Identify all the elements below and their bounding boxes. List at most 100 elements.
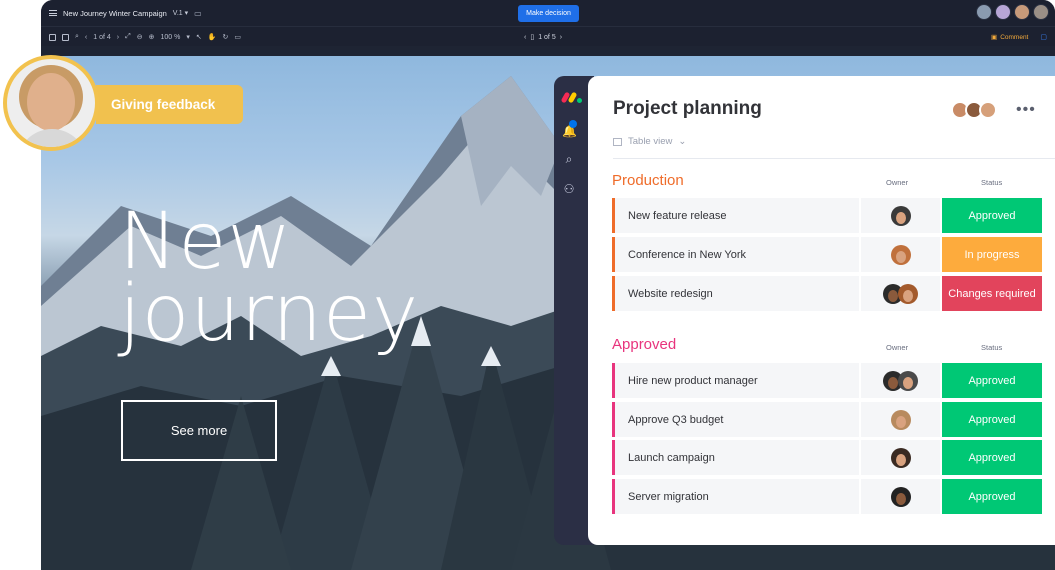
present-icon[interactable]: ▭ bbox=[194, 9, 202, 18]
item-name[interactable]: Conference in New York bbox=[612, 237, 859, 272]
table-row[interactable]: Approve Q3 budget Approved bbox=[612, 402, 1055, 437]
owner-cell[interactable] bbox=[861, 440, 940, 475]
hero-title: New journey bbox=[119, 197, 420, 359]
avatar bbox=[890, 486, 911, 507]
table-row[interactable]: Hire new product manager Approved bbox=[612, 363, 1055, 398]
next-slide-icon[interactable]: › bbox=[560, 34, 562, 41]
chat-icon[interactable]: ▢ bbox=[1040, 33, 1047, 41]
fullscreen-icon[interactable]: ▭ bbox=[234, 33, 241, 41]
prev-slide-icon[interactable]: ‹ bbox=[524, 34, 526, 41]
owner-cell[interactable] bbox=[861, 402, 940, 437]
hand-tool-icon[interactable]: ✋ bbox=[208, 33, 217, 41]
divider bbox=[613, 158, 1055, 159]
owner-cell[interactable] bbox=[861, 479, 940, 514]
page-indicator: 1 of 4 bbox=[93, 33, 111, 41]
zoom-in-icon[interactable]: ⊕ bbox=[149, 33, 155, 41]
prev-page-icon[interactable]: ‹ bbox=[85, 34, 87, 41]
table-row[interactable]: New feature release Approved bbox=[612, 198, 1055, 233]
avatar bbox=[890, 205, 911, 226]
avatar[interactable] bbox=[995, 4, 1011, 20]
comment-label: Comment bbox=[1000, 33, 1029, 41]
status-column-header: Status bbox=[981, 343, 1003, 352]
make-decision-button[interactable]: Make decision bbox=[518, 5, 579, 22]
search-icon[interactable]: ⌕ bbox=[75, 33, 79, 41]
more-options-icon[interactable]: ••• bbox=[1016, 101, 1036, 119]
group-title-approved[interactable]: Approved bbox=[612, 336, 676, 353]
view-selector[interactable]: Table view ⌄ bbox=[613, 136, 686, 147]
avatar bbox=[890, 447, 911, 468]
item-name[interactable]: Website redesign bbox=[612, 276, 859, 311]
status-cell[interactable]: Approved bbox=[942, 440, 1042, 475]
owner-cell[interactable] bbox=[861, 198, 940, 233]
status-cell[interactable]: Approved bbox=[942, 402, 1042, 437]
avatar bbox=[898, 370, 918, 391]
table-row[interactable]: Launch campaign Approved bbox=[612, 440, 1055, 475]
fit-icon[interactable]: ⤢ bbox=[125, 33, 131, 41]
item-name[interactable]: Approve Q3 budget bbox=[612, 402, 859, 437]
table-row[interactable]: Server migration Approved bbox=[612, 479, 1055, 514]
comment-button[interactable]: ▣ Comment bbox=[991, 33, 1029, 42]
notification-badge bbox=[569, 120, 577, 128]
grid-view-icon[interactable] bbox=[62, 33, 69, 41]
slide-navigator: ‹ ▯ 1 of 5 › bbox=[524, 27, 562, 47]
status-cell[interactable]: Approved bbox=[942, 198, 1042, 233]
owner-cell[interactable] bbox=[861, 276, 940, 311]
owner-column-header: Owner bbox=[886, 178, 909, 187]
avatar[interactable] bbox=[976, 4, 992, 20]
table-icon bbox=[613, 137, 622, 146]
slide-icon: ▯ bbox=[530, 34, 535, 41]
collaborator-avatars bbox=[976, 4, 1049, 20]
avatar[interactable] bbox=[1014, 4, 1030, 20]
avatar bbox=[890, 409, 911, 430]
status-cell[interactable]: Approved bbox=[942, 363, 1042, 398]
hero-title-line-2: journey bbox=[119, 269, 420, 359]
table-row[interactable]: Conference in New York In progress bbox=[612, 237, 1055, 272]
hamburger-menu-icon[interactable] bbox=[49, 10, 57, 16]
item-name[interactable]: New feature release bbox=[612, 198, 859, 233]
status-column-header: Status bbox=[981, 178, 1003, 187]
pointer-tool-icon[interactable]: ↖ bbox=[196, 33, 202, 41]
hero-title-line-1: New bbox=[119, 197, 293, 287]
rotate-icon[interactable]: ↻ bbox=[222, 33, 228, 41]
owner-column-header: Owner bbox=[886, 343, 909, 352]
next-page-icon[interactable]: › bbox=[117, 34, 119, 41]
version-dropdown[interactable]: V.1 ▾ bbox=[173, 9, 188, 17]
giving-feedback-badge: Giving feedback bbox=[96, 85, 243, 124]
zoom-level[interactable]: 100 % bbox=[160, 34, 180, 41]
owner-cell[interactable] bbox=[861, 363, 940, 398]
add-user-icon[interactable]: ⚇ bbox=[562, 182, 576, 196]
avatar bbox=[898, 283, 918, 304]
search-icon[interactable]: ⌕ bbox=[562, 152, 576, 166]
reviewer-avatar bbox=[3, 55, 99, 151]
item-name[interactable]: Launch campaign bbox=[612, 440, 859, 475]
avatar-face bbox=[27, 73, 75, 131]
avatar bbox=[979, 101, 997, 119]
comment-icon: ▣ bbox=[991, 34, 998, 41]
version-label: V.1 bbox=[172, 10, 183, 17]
document-title[interactable]: New Journey Winter Campaign bbox=[63, 9, 167, 18]
project-planning-board: Project planning ••• Table view ⌄ Produc… bbox=[588, 76, 1055, 545]
zoom-dropdown-icon[interactable]: ▾ bbox=[186, 33, 190, 41]
view-label: Table view bbox=[628, 136, 673, 147]
board-members[interactable] bbox=[951, 101, 997, 119]
chevron-down-icon: ⌄ bbox=[678, 136, 687, 147]
board-title: Project planning bbox=[613, 98, 762, 119]
avatar bbox=[890, 244, 911, 265]
status-cell[interactable]: Changes required bbox=[942, 276, 1042, 311]
see-more-button[interactable]: See more bbox=[121, 400, 277, 461]
group-title-production[interactable]: Production bbox=[612, 172, 684, 189]
status-cell[interactable]: In progress bbox=[942, 237, 1042, 272]
top-bar: New Journey Winter Campaign V.1 ▾ ▭ Make… bbox=[41, 0, 1055, 26]
status-cell[interactable]: Approved bbox=[942, 479, 1042, 514]
monday-logo bbox=[560, 90, 585, 104]
avatar[interactable] bbox=[1033, 4, 1049, 20]
toolbar: ⌕ ‹ 1 of 4 › ⤢ ⊖ ⊕ 100 % ▾ ↖ ✋ ↻ ▭ ‹ ▯ 1… bbox=[41, 26, 1055, 46]
slide-indicator: 1 of 5 bbox=[538, 33, 556, 41]
table-row[interactable]: Website redesign Changes required bbox=[612, 276, 1055, 311]
owner-cell[interactable] bbox=[861, 237, 940, 272]
zoom-out-icon[interactable]: ⊖ bbox=[137, 33, 143, 41]
stage: New Journey Winter Campaign V.1 ▾ ▭ Make… bbox=[0, 0, 1055, 570]
item-name[interactable]: Hire new product manager bbox=[612, 363, 859, 398]
sidebar-toggle-icon[interactable] bbox=[49, 33, 56, 41]
item-name[interactable]: Server migration bbox=[612, 479, 859, 514]
